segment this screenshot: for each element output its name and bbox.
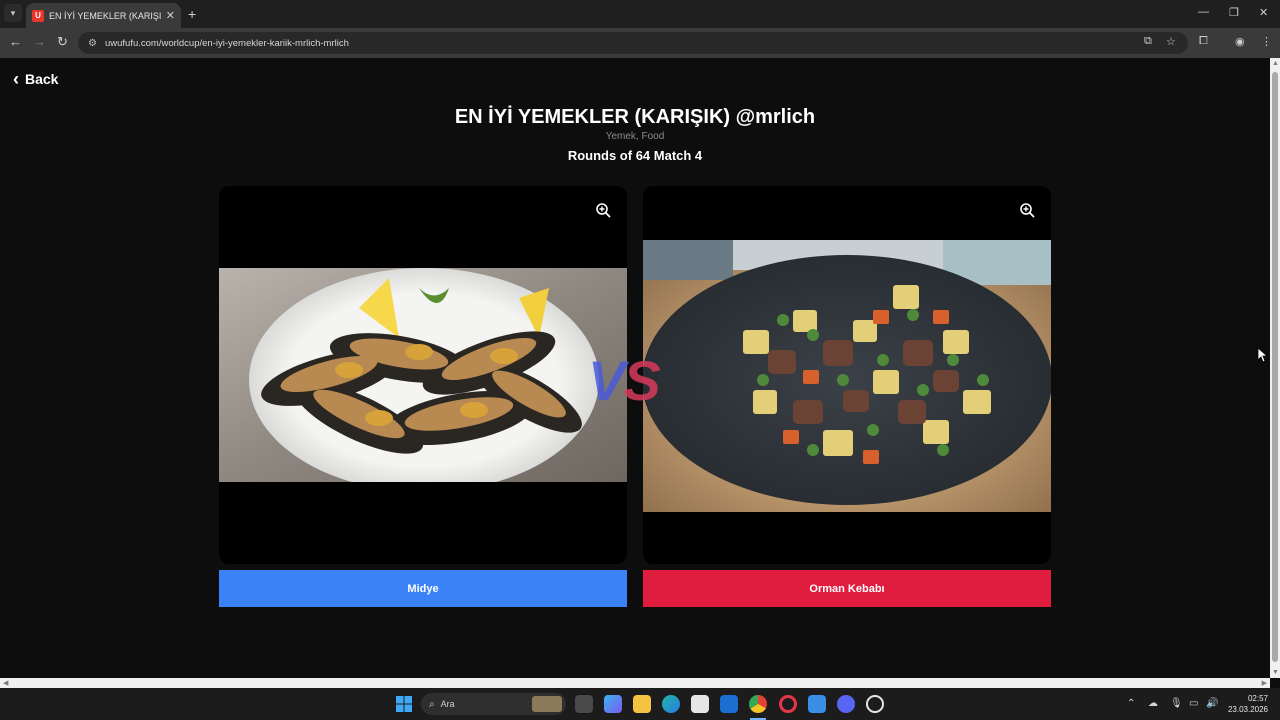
right-choice-card[interactable]	[643, 186, 1051, 564]
site-info-icon[interactable]: ⚙	[88, 38, 97, 49]
file-explorer-icon[interactable]	[633, 695, 651, 713]
obs-icon[interactable]	[866, 695, 884, 713]
translate-icon[interactable]: ⧉	[1144, 35, 1152, 48]
worldcup-page: ‹ Back EN İYİ YEMEKLER (KARIŞIK) @mrlich…	[0, 58, 1270, 678]
vs-badge: VS	[588, 348, 661, 413]
select-midye-button[interactable]: Midye	[219, 570, 627, 607]
menu-icon[interactable]: ⋮	[1261, 35, 1272, 48]
profile-icon[interactable]: ◉	[1235, 35, 1245, 48]
browser-toolbar: ← → ↻ ⚙ uwufufu.com/worldcup/en-iyi-yeme…	[0, 28, 1280, 58]
url-text: uwufufu.com/worldcup/en-iyi-yemekler-kar…	[104, 37, 349, 49]
volume-icon[interactable]: 🔊	[1206, 698, 1218, 709]
zoom-in-icon[interactable]	[1019, 202, 1035, 218]
uwufufu-favicon: U	[32, 9, 44, 22]
network-icon[interactable]: ▭	[1189, 698, 1198, 709]
vpn-icon[interactable]	[808, 695, 826, 713]
discord-icon[interactable]	[837, 695, 855, 713]
back-arrow-icon[interactable]: ←	[9, 34, 22, 49]
tab-close-icon[interactable]: ✕	[166, 9, 175, 22]
reload-icon[interactable]: ↻	[57, 34, 68, 50]
address-bar[interactable]: ⚙ uwufufu.com/worldcup/en-iyi-yemekler-k…	[78, 32, 1188, 54]
browser-tab-bar: ▾ U EN İYİ YEMEKLER (KARIŞIK) @m ✕ + — ❐…	[0, 0, 1280, 28]
back-button[interactable]: ‹ Back	[13, 70, 58, 88]
vs-letter-s: S	[623, 349, 660, 412]
taskbar-clock[interactable]: 02:57 23.03.2026	[1222, 693, 1268, 715]
back-label: Back	[25, 71, 59, 87]
search-icon: ⌕	[429, 698, 435, 710]
task-view-icon[interactable]	[575, 695, 593, 713]
new-tab-button[interactable]: +	[188, 6, 196, 22]
mouse-cursor-icon	[1258, 348, 1268, 362]
vs-letter-v: V	[588, 349, 625, 412]
browser-tab[interactable]: U EN İYİ YEMEKLER (KARIŞIK) @m ✕	[26, 3, 181, 28]
clock-date: 23.03.2026	[1227, 705, 1268, 714]
bookmark-star-icon[interactable]: ☆	[1166, 35, 1176, 48]
window-close-icon[interactable]: ✕	[1259, 6, 1268, 19]
widgets-icon[interactable]	[604, 695, 622, 713]
tab-search-button[interactable]: ▾	[4, 4, 22, 22]
page-subtitle: Yemek, Food	[605, 131, 665, 142]
orman-kebabi-image	[643, 240, 1051, 512]
scroll-up-icon[interactable]: ▲	[1272, 60, 1279, 67]
chevron-left-icon: ‹	[13, 69, 19, 89]
horizontal-scrollbar[interactable]: ◀ ▶	[0, 678, 1270, 688]
windows-taskbar: ⌕ Ara ⌃ ☁ 🎙 ▭ 🔊 02:57 23.03.2026	[0, 688, 1280, 720]
opera-icon[interactable]	[779, 695, 797, 713]
page-title: EN İYİ YEMEKLER (KARIŞIK) @mrlich	[454, 106, 816, 128]
windows-start-icon[interactable]	[396, 696, 412, 712]
edge-icon[interactable]	[662, 695, 680, 713]
search-highlight-icon	[532, 696, 562, 712]
store-icon[interactable]	[691, 695, 709, 713]
show-hidden-icons[interactable]: ⌃	[1127, 698, 1135, 709]
restore-icon[interactable]: ❐	[1229, 6, 1239, 19]
clock-time: 02:57	[1247, 694, 1268, 703]
outlook-icon[interactable]	[720, 695, 738, 713]
tab-title: EN İYİ YEMEKLER (KARIŞIK) @m	[49, 10, 162, 21]
midye-image	[219, 268, 627, 482]
search-label: Ara	[440, 699, 455, 709]
scroll-left-icon[interactable]: ◀	[3, 679, 8, 687]
select-orman-kebabi-button[interactable]: Orman Kebabı	[643, 570, 1051, 607]
scrollbar-thumb[interactable]	[1272, 72, 1278, 662]
taskbar-search[interactable]: ⌕ Ara	[421, 693, 566, 715]
minimize-icon[interactable]: —	[1198, 6, 1209, 18]
chrome-icon[interactable]	[749, 695, 767, 713]
zoom-in-icon[interactable]	[595, 202, 611, 218]
microphone-icon[interactable]: 🎙	[1170, 698, 1183, 709]
left-choice-card[interactable]	[219, 186, 627, 564]
onedrive-icon[interactable]: ☁	[1148, 698, 1158, 709]
scroll-right-icon[interactable]: ▶	[1262, 679, 1267, 687]
forward-arrow-icon[interactable]: →	[33, 34, 46, 49]
extensions-icon[interactable]: ⧠	[1199, 35, 1208, 48]
scroll-down-icon[interactable]: ▼	[1272, 669, 1279, 676]
vertical-scrollbar[interactable]: ▲ ▼	[1270, 58, 1280, 678]
round-indicator: Rounds of 64 Match 4	[567, 148, 703, 163]
